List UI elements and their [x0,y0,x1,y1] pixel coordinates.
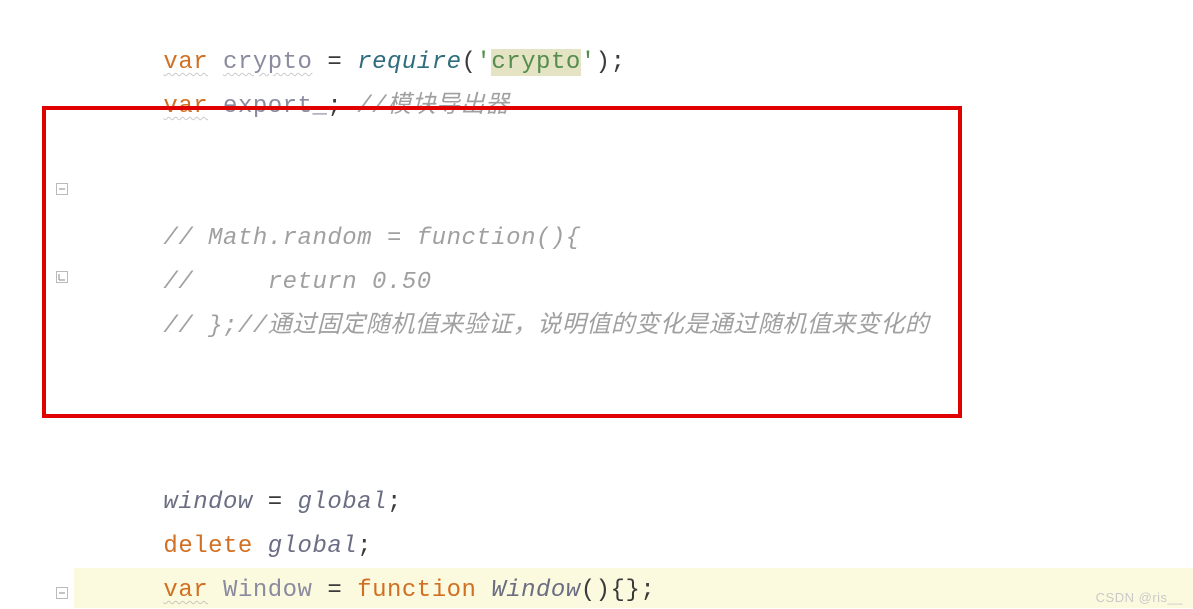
code-line[interactable]: var Window = function Window(){}; [74,528,1193,570]
code-line[interactable]: var crypto = require('crypto'); [74,0,1193,42]
var-name: export_ [223,93,327,120]
fold-minus-icon[interactable] [56,183,68,195]
code-line[interactable]: delete global; [74,484,1193,526]
code-line[interactable]: window = global; [74,440,1193,482]
gutter [0,0,74,609]
code-area[interactable]: var crypto = require('crypto'); var expo… [74,0,1193,609]
code-line[interactable]: // return 0.50 [74,220,1193,262]
code-line-current[interactable]: Object.defineProperties(Window.prototype… [74,572,1193,609]
code-line[interactable]: var export_; //模块导出器 [74,44,1193,86]
comment: // };//通过固定随机值来验证，说明值的变化是通过随机值来变化的 [163,313,929,340]
code-line[interactable]: // };//通过固定随机值来验证，说明值的变化是通过随机值来变化的 [74,264,1193,306]
code-editor[interactable]: var crypto = require('crypto'); var expo… [0,0,1193,609]
watermark: CSDN @ris__ [1096,590,1183,605]
fold-end-icon [56,271,68,283]
comment: //模块导出器 [357,93,509,120]
fold-minus-icon[interactable] [56,587,68,599]
semicolon: ; [327,93,342,120]
keyword-var: var [163,93,208,120]
code-line[interactable]: // Math.random = function(){ [74,176,1193,218]
